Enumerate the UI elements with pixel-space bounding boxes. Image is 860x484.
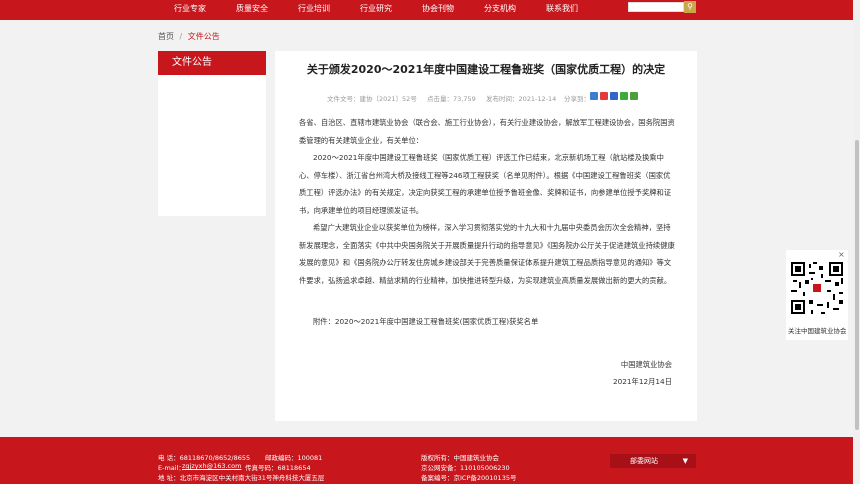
sign-date: 2021年12月14日 [612,377,672,386]
share-wechat-icon[interactable] [620,92,628,100]
nav-item-branches[interactable]: 分支机构 [484,3,516,14]
qr-caption: 关注中国建筑业协会 [788,327,847,335]
footer: 电 话：68118670/8652/8655 邮政编码：100081 E-mai… [0,437,853,484]
top-nav: 行业专家 质量安全 行业培训 行业研究 协会刊物 分支机构 联系我们 ⚲ [0,0,853,20]
footer-email-link[interactable]: zgjzyxh@163.com [182,462,241,470]
footer-zip: 邮政编码：100081 [265,454,323,462]
footer-phone: 电 话：68118670/8652/8655 [158,454,251,462]
footer-copyright: 版权所有：中国建筑业协会 [421,454,499,462]
article-title: 关于颁发2020～2021年度中国建设工程鲁班奖（国家优质工程）的决定 [306,63,666,76]
footer-fax: 传真号码：68118654 [245,464,311,472]
paragraph-body-1: 2020～2021年度中国建设工程鲁班奖（国家优质工程）评选工作已结束，北京新机… [299,153,672,215]
breadcrumb-home[interactable]: 首页 [158,32,174,41]
nav-item-quality[interactable]: 质量安全 [236,3,268,14]
search-icon[interactable]: ⚲ [684,1,696,13]
ministry-sites-select[interactable]: 部委网站 ▼ [610,454,696,468]
search-input[interactable] [628,2,684,12]
footer-icp[interactable]: 备案编号：京ICP备20010135号 [421,472,516,482]
nav-item-training[interactable]: 行业培训 [298,3,330,14]
ministry-sites-label: 部委网站 [630,457,658,465]
breadcrumb-current[interactable]: 文件公告 [188,32,220,41]
share-qzone-icon[interactable] [590,92,598,100]
nav-item-research[interactable]: 行业研究 [360,3,392,14]
publish-date: 发布时间：2021-12-14 [486,95,557,103]
attachment-link[interactable]: 附件：2020～2021年度中国建设工程鲁班奖(国家优质工程)获奖名单 [299,313,675,331]
qr-code-image [789,260,845,316]
view-count: 点击量：73,759 [427,95,476,103]
breadcrumb: 首页 / 文件公告 [158,31,220,42]
share-renren-icon[interactable] [610,92,618,100]
share-more-icon[interactable] [630,92,638,100]
paragraph-salutation: 各省、自治区、直辖市建筑业协会（联合会、施工行业协会），有关行业建设协会，解放军… [299,118,675,145]
sidebar-title[interactable]: 文件公告 [158,51,266,75]
signature: 中国建筑业协会 [620,360,672,369]
share-weibo-icon[interactable] [600,92,608,100]
chevron-down-icon: ▼ [682,457,688,465]
scrollbar-thumb[interactable] [855,140,859,430]
article-panel: 关于颁发2020～2021年度中国建设工程鲁班奖（国家优质工程）的决定 文件文号… [275,51,697,421]
footer-email-label: E-mail： [158,464,185,472]
paragraph-body-2: 希望广大建筑业企业以获奖单位为榜样，深入学习贯彻落实党的十九大和十九届中央委员会… [299,223,675,285]
breadcrumb-separator: / [179,32,183,41]
doc-number: 文件文号：建协〔2021〕52号 [327,95,417,103]
close-icon[interactable]: × [838,250,845,259]
nav-item-experts[interactable]: 行业专家 [174,3,206,14]
nav-item-contact[interactable]: 联系我们 [546,3,578,14]
nav-item-journal[interactable]: 协会刊物 [422,3,454,14]
sidebar: 文件公告 [158,51,266,216]
footer-police-record[interactable]: 京公网安备：110105006230 [421,462,510,472]
footer-address: 地 址：北京市海淀区中关村南大街31号神舟科技大厦五层 [158,474,325,482]
share-label: 分享到： [564,95,590,103]
